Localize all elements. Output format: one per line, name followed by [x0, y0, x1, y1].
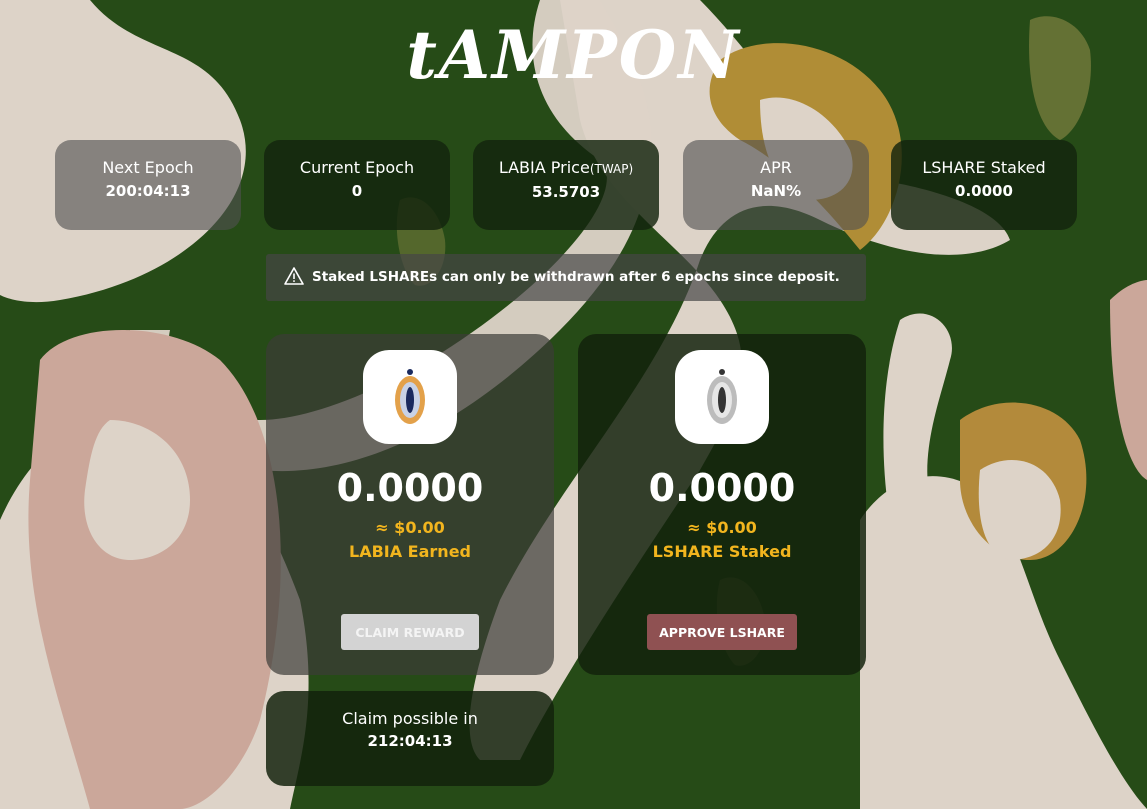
stat-label: LSHARE Staked [922, 158, 1046, 177]
stat-value: 53.5703 [531, 183, 601, 201]
stat-label: Current Epoch [299, 158, 415, 177]
stat-value: 0 [351, 182, 363, 200]
stat-apr: APR NaN% [683, 140, 869, 230]
earned-label: LABIA Earned [349, 542, 471, 561]
stat-labia-price: LABIA Price(TWAP) 53.5703 [473, 140, 659, 230]
stat-value: 200:04:13 [105, 182, 191, 200]
withdraw-notice: Staked LSHAREs can only be withdrawn aft… [266, 254, 866, 301]
stat-lshare-staked: LSHARE Staked 0.0000 [891, 140, 1077, 230]
staked-card: 0.0000 ≈ $0.00 LSHARE Staked APPROVE LSH… [578, 334, 866, 675]
stat-current-epoch: Current Epoch 0 [264, 140, 450, 230]
app-logo: tAMPON [406, 16, 741, 94]
notice-text: Staked LSHAREs can only be withdrawn aft… [312, 269, 840, 285]
claim-timer-value: 212:04:13 [367, 732, 453, 750]
stat-value: 0.0000 [955, 182, 1013, 200]
staked-amount: 0.0000 [648, 466, 796, 510]
stat-label: APR [760, 158, 792, 177]
claim-timer-label: Claim possible in [342, 709, 478, 728]
background-illustration [0, 0, 1147, 809]
labia-token-icon [363, 350, 457, 444]
lshare-token-icon [675, 350, 769, 444]
warning-icon [284, 267, 304, 285]
stat-next-epoch: Next Epoch 200:04:13 [55, 140, 241, 230]
claim-timer: Claim possible in 212:04:13 [266, 691, 554, 786]
staked-label: LSHARE Staked [652, 542, 792, 561]
earned-usd-value: ≈ $0.00 [375, 518, 445, 537]
staked-usd-value: ≈ $0.00 [687, 518, 757, 537]
stat-value: NaN% [750, 182, 802, 200]
earned-card: 0.0000 ≈ $0.00 LABIA Earned CLAIM REWARD [266, 334, 554, 675]
claim-reward-button[interactable]: CLAIM REWARD [341, 614, 479, 650]
approve-lshare-button[interactable]: APPROVE LSHARE [647, 614, 797, 650]
stat-label: LABIA Price(TWAP) [498, 158, 634, 177]
stat-label: Next Epoch [102, 158, 194, 177]
earned-amount: 0.0000 [336, 466, 484, 510]
